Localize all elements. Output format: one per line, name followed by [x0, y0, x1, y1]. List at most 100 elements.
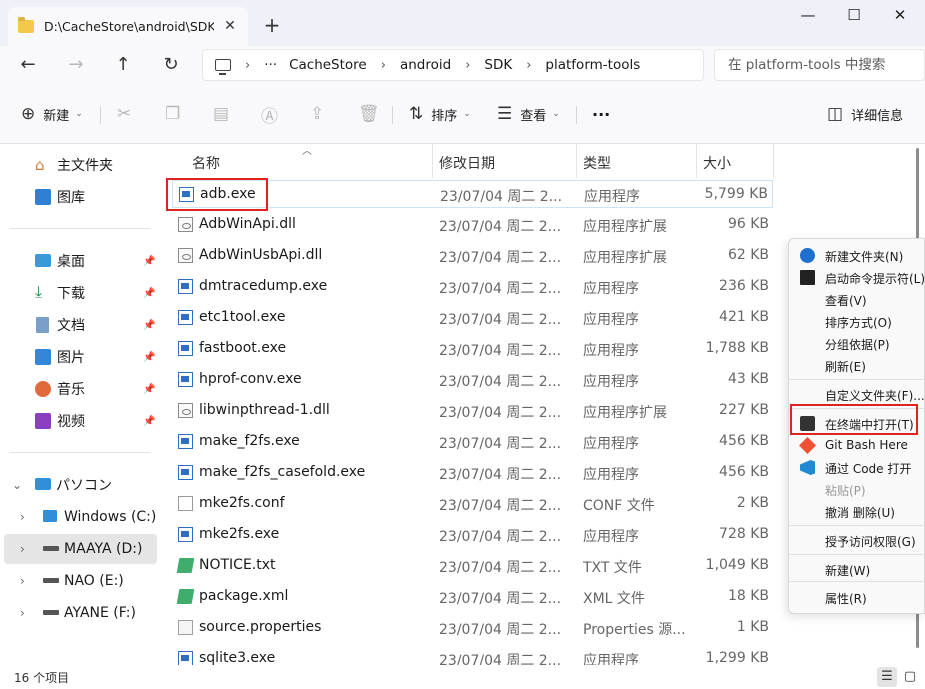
sort-button[interactable]: ⇅ 排序 ⌄ — [409, 99, 471, 129]
column-header-date[interactable]: 修改日期 — [439, 150, 495, 178]
sidebar-item-drive-c[interactable]: › Windows (C:) — [0, 502, 160, 532]
column-header-name[interactable]: 名称 — [192, 150, 220, 178]
dll-file-icon — [178, 248, 193, 263]
address-bar[interactable]: › ··· CacheStore › android › SDK › platf… — [202, 49, 704, 81]
details-view-button[interactable]: ☰ — [877, 667, 897, 687]
forward-button[interactable]: → — [60, 50, 92, 80]
sidebar-item-videos[interactable]: 视频 📌 — [0, 406, 160, 436]
exe-file-icon — [178, 341, 193, 356]
maximize-button[interactable]: ☐ — [831, 0, 877, 32]
sidebar-item-desktop[interactable]: 桌面 📌 — [0, 246, 160, 276]
column-divider[interactable] — [773, 144, 774, 178]
table-row[interactable]: mke2fs.exe 23/07/04 周二 2... 应用程序 728 KB — [172, 521, 773, 549]
pin-icon[interactable]: 📌 — [143, 352, 155, 363]
breadcrumb-separator[interactable]: › — [526, 58, 531, 73]
paste-button[interactable]: ▤ — [213, 99, 237, 129]
cut-button[interactable]: ✂ — [117, 99, 139, 129]
context-menu-item[interactable]: 刷新(E) — [789, 354, 925, 376]
cmd-icon — [800, 270, 815, 285]
table-row[interactable]: NOTICE.txt 23/07/04 周二 2... TXT 文件 1,049 KB — [172, 552, 773, 580]
context-menu-item[interactable]: 查看(V) — [789, 288, 925, 310]
context-menu-item[interactable]: 属性(R) — [789, 586, 925, 608]
large-icons-view-button[interactable]: ▢ — [900, 667, 920, 687]
sidebar-item-this-pc[interactable]: ⌄ パソコン — [0, 470, 160, 500]
context-menu-item[interactable]: Git Bash Here — [789, 434, 925, 456]
breadcrumb-more[interactable]: ··· — [264, 57, 277, 73]
chevron-right-icon[interactable]: › — [20, 542, 25, 556]
pin-icon[interactable]: 📌 — [143, 320, 155, 331]
file-size: 96 KB — [727, 216, 769, 232]
context-menu-item[interactable]: 新建(W) — [789, 558, 925, 580]
table-row[interactable]: libwinpthread-1.dll 23/07/04 周二 2... 应用程序扩… — [172, 397, 773, 425]
sidebar-item-pictures[interactable]: 图片 📌 — [0, 342, 160, 372]
column-header-size[interactable]: 大小 — [703, 150, 731, 178]
up-button[interactable]: ↑ — [107, 50, 139, 80]
back-button[interactable]: ← — [12, 50, 44, 80]
delete-button[interactable]: 🗑 — [358, 99, 388, 129]
pin-icon[interactable]: 📌 — [143, 416, 155, 427]
breadcrumb-android[interactable]: android — [400, 57, 451, 73]
sidebar-item-home[interactable]: ⌂ 主文件夹 — [0, 150, 160, 180]
breadcrumb-cachestore[interactable]: CacheStore — [289, 57, 367, 73]
column-divider[interactable] — [696, 144, 697, 178]
details-pane-button[interactable]: ◫ 详细信息 — [827, 99, 903, 129]
chevron-down-icon[interactable]: ⌄ — [12, 478, 22, 492]
table-row[interactable]: AdbWinUsbApi.dll 23/07/04 周二 2... 应用程序扩展 62… — [172, 242, 773, 270]
chevron-right-icon[interactable]: › — [20, 510, 25, 524]
copy-button[interactable]: ❐ — [165, 99, 188, 129]
chevron-right-icon[interactable]: › — [20, 606, 25, 620]
column-divider[interactable] — [432, 144, 433, 178]
context-menu-item[interactable]: 分组依据(P) — [789, 332, 925, 354]
context-menu-item[interactable]: 通过 Code 打开 — [789, 456, 925, 478]
new-button[interactable]: ⊕ 新建 ⌄ — [21, 99, 83, 129]
sidebar-item-downloads[interactable]: ⤓ 下载 📌 — [0, 278, 160, 308]
table-row[interactable]: mke2fs.conf 23/07/04 周二 2... CONF 文件 2 KB — [172, 490, 773, 518]
view-button[interactable]: ☰ 查看 ⌄ — [497, 99, 560, 129]
tab-active[interactable]: D:\CacheStore\android\SDK\p ✕ — [8, 7, 248, 46]
minimize-button[interactable]: — — [785, 0, 831, 32]
sidebar-item-drive-f[interactable]: › AYANE (F:) — [0, 598, 160, 628]
table-row[interactable]: etc1tool.exe 23/07/04 周二 2... 应用程序 421 KB — [172, 304, 773, 332]
sidebar-item-music[interactable]: 音乐 📌 — [0, 374, 160, 404]
breadcrumb-separator[interactable]: › — [465, 58, 470, 73]
breadcrumb-separator[interactable]: › — [245, 58, 250, 73]
breadcrumb-sdk[interactable]: SDK — [484, 57, 512, 73]
pin-icon[interactable]: 📌 — [143, 384, 155, 395]
table-row[interactable]: dmtracedump.exe 23/07/04 周二 2... 应用程序 236 K… — [172, 273, 773, 301]
file-type: 应用程序扩展 — [583, 250, 667, 266]
file-name: AdbWinApi.dll — [199, 216, 296, 232]
table-row[interactable]: source.properties 23/07/04 周二 2... Propert… — [172, 614, 773, 642]
table-row[interactable]: AdbWinApi.dll 23/07/04 周二 2... 应用程序扩展 96 KB — [172, 211, 773, 239]
new-tab-button[interactable]: + — [258, 12, 286, 40]
sidebar-item-gallery[interactable]: 图库 — [0, 182, 160, 212]
context-menu-item[interactable]: 启动命令提示符(L) — [789, 266, 925, 288]
share-button[interactable]: ⇪ — [310, 99, 332, 129]
pin-icon[interactable]: 📌 — [143, 288, 155, 299]
sidebar-item-drive-d[interactable]: › MAAYA (D:) — [4, 534, 157, 564]
context-menu-item[interactable]: 排序方式(O) — [789, 310, 925, 332]
tab-close-button[interactable]: ✕ — [220, 16, 240, 36]
context-menu-item[interactable]: 授予访问权限(G) — [789, 529, 925, 551]
context-menu-item[interactable]: 新建文件夹(N) — [789, 244, 925, 266]
chevron-right-icon[interactable]: › — [20, 574, 25, 588]
refresh-button[interactable]: ↻ — [155, 50, 187, 80]
column-divider[interactable] — [576, 144, 577, 178]
table-row[interactable]: package.xml 23/07/04 周二 2... XML 文件 18 KB — [172, 583, 773, 611]
breadcrumb-separator[interactable]: › — [381, 58, 386, 73]
pin-icon[interactable]: 📌 — [143, 256, 155, 267]
context-menu-item[interactable]: 自定义文件夹(F)... — [789, 383, 925, 405]
table-row[interactable]: make_f2fs_casefold.exe 23/07/04 周二 2... 应用… — [172, 459, 773, 487]
sidebar-item-label: 主文件夹 — [57, 158, 113, 174]
table-row[interactable]: fastboot.exe 23/07/04 周二 2... 应用程序 1,788 KB — [172, 335, 773, 363]
breadcrumb-platform-tools[interactable]: platform-tools — [545, 57, 640, 73]
column-header-type[interactable]: 类型 — [583, 150, 611, 178]
sidebar-item-documents[interactable]: 文档 📌 — [0, 310, 160, 340]
table-row[interactable]: hprof-conv.exe 23/07/04 周二 2... 应用程序 43 KB — [172, 366, 773, 394]
rename-button[interactable]: Ⓐ — [261, 99, 286, 129]
close-window-button[interactable]: ✕ — [877, 0, 923, 32]
more-options-button[interactable]: ··· — [592, 99, 610, 129]
context-menu-item[interactable]: 撤消 删除(U) — [789, 500, 925, 522]
search-input[interactable]: 在 platform-tools 中搜索 — [714, 49, 925, 81]
table-row[interactable]: make_f2fs.exe 23/07/04 周二 2... 应用程序 456 KB — [172, 428, 773, 456]
sidebar-item-drive-e[interactable]: › NAO (E:) — [0, 566, 160, 596]
